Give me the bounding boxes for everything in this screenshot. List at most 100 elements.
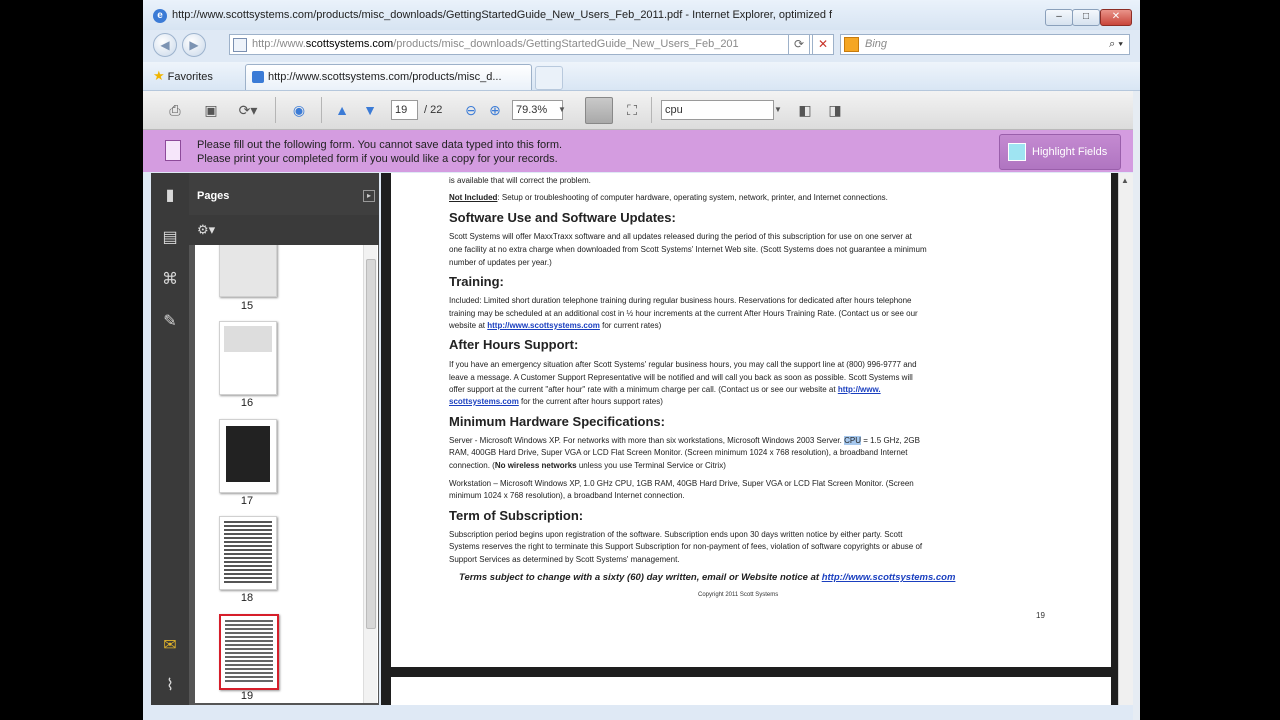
toolbar-separator: [651, 97, 652, 123]
website-link[interactable]: http://www.scottsystems.com: [487, 321, 600, 330]
doc-text: Not Included: Setup or troubleshooting o…: [449, 193, 888, 202]
panel-close-icon[interactable]: ▸: [363, 190, 375, 202]
website-link[interactable]: http://www.scottsystems.com: [822, 572, 956, 583]
website-link[interactable]: scottsystems.com: [449, 397, 519, 406]
zoom-in-icon[interactable]: ⊕: [487, 100, 503, 120]
doc-text: one facility at no extra charge when dow…: [449, 245, 927, 254]
doc-text: website at http://www.scottsystems.com f…: [449, 321, 662, 330]
doc-text: Scott Systems will offer MaxxTraxx softw…: [449, 232, 912, 241]
share-icon[interactable]: ⟳▾: [233, 100, 263, 120]
browser-window: e http://www.scottsystems.com/products/m…: [143, 0, 1140, 720]
tab-title: http://www.scottsystems.com/products/mis…: [268, 71, 502, 83]
pages-panel-header: Pages ▸: [189, 173, 379, 215]
form-icon: [165, 140, 181, 161]
doc-text: leave a message. A Customer Support Repr…: [449, 373, 913, 382]
doc-text: number of updates per year.): [449, 258, 552, 267]
print-icon[interactable]: ⎙: [163, 100, 187, 120]
next-pdf-page: [391, 677, 1111, 707]
address-bar[interactable]: http://www.scottsystems.com/products/mis…: [229, 34, 813, 55]
comments-icon[interactable]: ✉: [158, 635, 182, 657]
doc-text: Systems reserves the right to terminate …: [449, 542, 923, 551]
previous-page-icon[interactable]: ▲: [331, 100, 353, 120]
doc-text: connection. (No wireless networks unless…: [449, 461, 726, 470]
navigation-panel: ▮ ▤ ⌘ ✎ ✉ ⌇: [151, 173, 189, 705]
doc-text: Workstation – Microsoft Windows XP, 1.0 …: [449, 479, 914, 488]
bookmarks-icon[interactable]: ▤: [158, 227, 182, 249]
scrollbar-thumb[interactable]: [366, 259, 376, 629]
new-tab-button[interactable]: [535, 66, 563, 90]
next-page-icon[interactable]: ▼: [359, 100, 381, 120]
page-thumbnail-16[interactable]: [219, 321, 277, 395]
navigation-bar: ◀ ▶ http://www.scottsystems.com/products…: [143, 30, 1140, 60]
fit-page-icon[interactable]: ⛶: [621, 100, 643, 120]
form-notice-text: Please fill out the following form. You …: [197, 139, 563, 165]
form-notice-bar: Please fill out the following form. You …: [143, 130, 1133, 172]
back-button[interactable]: ◀: [153, 33, 177, 57]
page-thumbnail-15[interactable]: [219, 245, 277, 297]
highlight-fields-icon: [1008, 143, 1026, 162]
ie-logo-icon: e: [153, 9, 167, 23]
acrobat-online-icon[interactable]: ◉: [286, 100, 312, 120]
doc-text: Server - Microsoft Windows XP. For netwo…: [449, 436, 920, 445]
doc-text: is available that will correct the probl…: [449, 176, 591, 185]
doc-text: Support Services as determined by Scott …: [449, 555, 680, 564]
minimize-button[interactable]: –: [1045, 9, 1073, 26]
section-heading: Minimum Hardware Specifications:: [449, 414, 665, 429]
section-heading: Software Use and Software Updates:: [449, 210, 676, 225]
favorites-button[interactable]: ★ Favorites: [153, 68, 213, 84]
browser-tab[interactable]: http://www.scottsystems.com/products/mis…: [245, 64, 532, 90]
save-icon[interactable]: ▣: [199, 100, 223, 120]
thumbnail-scrollbar[interactable]: [363, 245, 377, 703]
doc-text: If you have an emergency situation after…: [449, 360, 917, 369]
forward-button[interactable]: ▶: [182, 33, 206, 57]
search-box[interactable]: Bing ⌕ ▾: [840, 34, 1130, 55]
find-previous-icon[interactable]: ◧: [793, 100, 817, 120]
zoom-dropdown-icon[interactable]: ▼: [557, 100, 567, 120]
reader-toolbar: ⎙ ▣ ⟳▾ ◉ ▲ ▼ 19 / 22 ⊖ ⊕ 79.3% ▼ ⛶ cpu ▼…: [143, 91, 1133, 130]
find-next-icon[interactable]: ◨: [823, 100, 847, 120]
pdf-page: is available that will correct the probl…: [391, 173, 1111, 667]
doc-text: Subscription period begins upon registra…: [449, 530, 903, 539]
search-highlight: CPU: [844, 436, 861, 445]
signatures-icon[interactable]: ✎: [158, 311, 182, 333]
doc-text: offer support at the current "after hour…: [449, 385, 881, 394]
doc-text: minimum 1024 x 768 resolution), a broadb…: [449, 491, 685, 500]
pages-icon[interactable]: ▮: [158, 185, 182, 207]
thumbnail-label: 19: [240, 690, 254, 702]
search-binoculars-icon[interactable]: ⌘: [158, 269, 182, 291]
status-bar: [143, 705, 1133, 720]
find-input[interactable]: cpu: [661, 100, 774, 120]
page-thumbnail-19[interactable]: [219, 614, 279, 690]
document-scrollbar[interactable]: ▲: [1118, 173, 1134, 705]
scroll-up-icon[interactable]: ▲: [1121, 176, 1129, 185]
address-url: http://www.scottsystems.com/products/mis…: [252, 38, 739, 50]
page-number: 19: [1036, 611, 1045, 620]
zoom-out-icon[interactable]: ⊖: [463, 100, 479, 120]
page-thumbnail-18[interactable]: [219, 516, 277, 590]
highlight-fields-button[interactable]: Highlight Fields: [999, 134, 1121, 170]
page-number-input[interactable]: 19: [391, 100, 418, 120]
close-button[interactable]: ✕: [1100, 9, 1132, 26]
toolbar-separator: [275, 97, 276, 123]
doc-text: training may be scheduled at an addition…: [449, 309, 918, 318]
bing-icon: [844, 37, 859, 52]
attachments-icon[interactable]: ⌇: [158, 675, 182, 697]
thumbnail-label: 15: [240, 300, 254, 312]
title-bar: e http://www.scottsystems.com/products/m…: [143, 0, 1140, 30]
website-link[interactable]: http://www.: [838, 385, 881, 394]
fit-width-button[interactable]: [585, 97, 613, 124]
page-thumbnail-17[interactable]: [219, 419, 277, 493]
document-area: is available that will correct the probl…: [381, 173, 1134, 707]
section-heading: After Hours Support:: [449, 337, 579, 352]
options-gear-icon: ⚙▾: [197, 222, 216, 237]
refresh-button[interactable]: ⟳: [788, 34, 810, 55]
window-title: http://www.scottsystems.com/products/mis…: [172, 9, 833, 21]
toolbar-separator: [321, 97, 322, 123]
zoom-input[interactable]: 79.3%: [512, 100, 563, 120]
stop-button[interactable]: ✕: [812, 34, 834, 55]
maximize-button[interactable]: □: [1072, 9, 1100, 26]
search-icon[interactable]: ⌕ ▾: [1109, 35, 1123, 54]
thumbnail-label: 16: [240, 397, 254, 409]
pages-options[interactable]: ⚙▾: [189, 215, 379, 245]
find-dropdown-icon[interactable]: ▼: [773, 100, 783, 120]
